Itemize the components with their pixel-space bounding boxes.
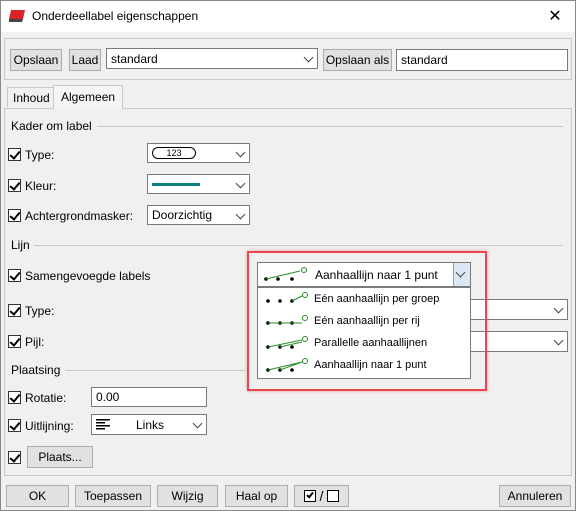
save-button[interactable]: Opslaan (10, 49, 62, 71)
frame-color-checkbox[interactable] (8, 179, 21, 192)
checked-box-icon (303, 490, 316, 502)
option-label: Parallelle aanhaallijnen (314, 337, 428, 349)
empty-box-icon (327, 490, 340, 502)
line-type-label: Type: (25, 304, 55, 318)
section-lijn-title: Lijn (11, 238, 34, 252)
toggle-separator: / (319, 488, 324, 504)
alignment-checkbox[interactable] (8, 419, 21, 432)
dropdown-option-per-row[interactable]: Eén aanhaallijn per rij (258, 311, 470, 333)
background-mask-value: Doorzichtig (152, 208, 213, 222)
rotation-label: Rotatie: (25, 391, 67, 405)
separator (97, 126, 563, 127)
option-label: Aanhaallijn naar 1 punt (314, 359, 427, 371)
arrow-checkbox[interactable] (8, 335, 21, 348)
save-as-name-value: standard (401, 53, 448, 67)
frame-type-checkbox[interactable] (8, 148, 21, 161)
section-plaatsing-title: Plaatsing (11, 363, 65, 377)
separator (65, 370, 245, 371)
leader-to-one-point-icon (264, 267, 307, 281)
merged-labels-value: Aanhaallijn naar 1 punt (315, 268, 438, 282)
save-as-name-input[interactable]: standard (396, 49, 568, 71)
dropdown-option-to-one-point[interactable]: Aanhaallijn naar 1 punt (258, 355, 470, 377)
frame-type-label: Type: (25, 148, 55, 162)
save-as-button[interactable]: Opslaan als (323, 49, 392, 71)
dialog-window: Onderdeellabel eigenschappen ✕ Opslaan L… (0, 0, 576, 511)
preset-select-value: standard (111, 51, 158, 66)
background-mask-select[interactable]: Doorzichtig (147, 205, 250, 225)
select-all-toggle-button[interactable]: / (294, 485, 349, 507)
app-icon (9, 10, 25, 22)
chevron-down-icon (553, 335, 564, 346)
alignment-select[interactable]: Links (91, 414, 207, 435)
chevron-down-icon (553, 303, 564, 314)
section-kader-title: Kader om label (11, 119, 96, 133)
chevron-down-icon (235, 209, 246, 220)
place-checkbox[interactable] (8, 451, 21, 464)
merged-labels-label: Samengevoegde labels (25, 269, 151, 283)
chevron-down-icon (303, 52, 314, 63)
leader-to-one-point-icon (266, 358, 308, 372)
alignment-label: Uitlijning: (25, 419, 74, 433)
title-bar: Onderdeellabel eigenschappen ✕ (1, 1, 575, 32)
align-left-icon (96, 419, 110, 430)
merged-labels-select[interactable]: Aanhaallijn naar 1 punt (257, 262, 471, 287)
ok-button[interactable]: OK (6, 485, 69, 507)
chevron-down-icon (235, 178, 246, 189)
cancel-button[interactable]: Annuleren (499, 485, 571, 507)
frame-color-select[interactable] (147, 174, 250, 194)
rotation-value: 0.00 (96, 390, 120, 404)
line-type-checkbox[interactable] (8, 304, 21, 317)
place-button[interactable]: Plaats... (27, 446, 93, 468)
color-swatch (152, 182, 200, 186)
frame-color-label: Kleur: (25, 179, 57, 193)
chevron-down-icon (192, 418, 203, 429)
close-icon[interactable]: ✕ (545, 6, 565, 26)
window-title: Onderdeellabel eigenschappen (32, 9, 199, 23)
leader-per-group-icon (266, 292, 308, 303)
get-button[interactable]: Haal op (225, 485, 288, 507)
load-button[interactable]: Laad (69, 49, 101, 71)
chevron-down-icon (235, 147, 246, 158)
alignment-value: Links (136, 417, 165, 432)
leader-parallel-icon (266, 336, 308, 349)
frame-type-select[interactable]: 123 (147, 143, 250, 163)
merged-labels-dropdown-list: Eén aanhaallijn per groep Eén aanhaallij… (257, 287, 471, 379)
background-mask-checkbox[interactable] (8, 209, 21, 222)
option-label: Eén aanhaallijn per groep (314, 293, 440, 305)
merged-labels-checkbox[interactable] (8, 269, 21, 282)
apply-button[interactable]: Toepassen (75, 485, 151, 507)
leader-per-row-icon (266, 315, 308, 325)
dropdown-option-parallel[interactable]: Parallelle aanhaallijnen (258, 333, 470, 355)
tab-algemeen[interactable]: Algemeen (53, 85, 124, 109)
modify-button[interactable]: Wijzig (157, 485, 218, 507)
preset-select[interactable]: standard (106, 48, 318, 69)
rotation-checkbox[interactable] (8, 391, 21, 404)
option-label: Eén aanhaallijn per rij (314, 315, 420, 327)
arrow-label: Pijl: (25, 335, 45, 349)
dropdown-option-per-group[interactable]: Eén aanhaallijn per groep (258, 289, 470, 311)
background-mask-label: Achtergrondmasker: (25, 209, 134, 223)
separator (33, 245, 563, 246)
tab-inhoud[interactable]: Inhoud (7, 87, 56, 107)
rotation-input[interactable]: 0.00 (91, 387, 207, 407)
frame-shape-preview: 123 (152, 147, 196, 159)
